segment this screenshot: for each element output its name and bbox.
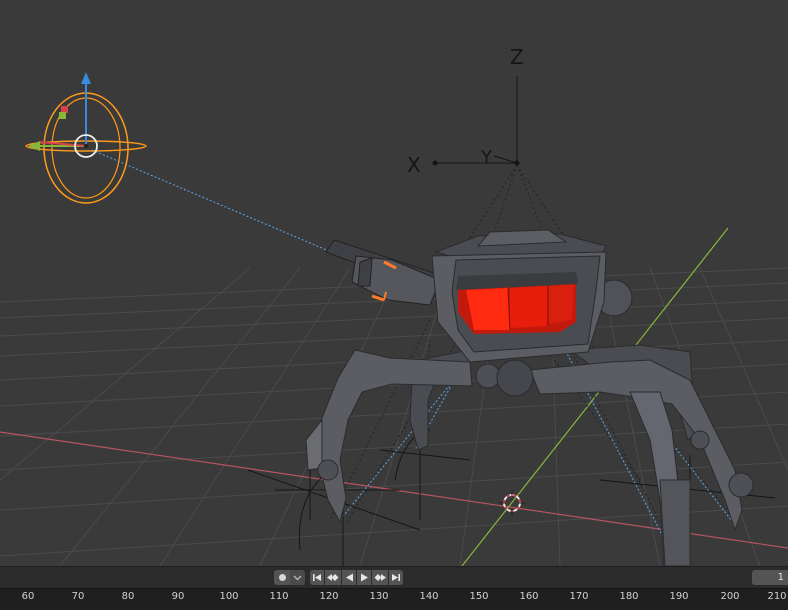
auto-keying-menu[interactable] — [290, 570, 305, 585]
robot-leg-front-left — [317, 349, 473, 524]
ruler-tick: 120 — [319, 591, 339, 602]
ruler-tick: 60 — [21, 591, 35, 602]
ruler-tick: 210 — [767, 591, 787, 602]
robot-visor — [458, 282, 576, 334]
empty-axes-object[interactable] — [432, 76, 520, 166]
ruler-tick: 110 — [269, 591, 289, 602]
ruler-tick: 180 — [619, 591, 639, 602]
timeline-ruler[interactable]: 60 70 80 90 100 110 120 130 140 150 160 … — [0, 588, 788, 610]
prev-keyframe-button[interactable] — [325, 570, 341, 585]
next-keyframe-icon — [374, 574, 386, 581]
y-axis-label: Y — [480, 147, 493, 168]
3d-viewport[interactable]: Z X Y — [0, 0, 788, 566]
jump-to-end-icon — [392, 574, 400, 581]
robot-cannon — [325, 239, 441, 306]
z-axis-label: Z — [510, 45, 524, 69]
ruler-tick: 80 — [121, 591, 135, 602]
ruler-tick: 150 — [469, 591, 489, 602]
ruler-tick: 200 — [720, 591, 740, 602]
ruler-tick: 70 — [71, 591, 85, 602]
ruler-tick: 130 — [369, 591, 389, 602]
play-button[interactable] — [357, 570, 371, 585]
play-reverse-icon — [345, 573, 353, 582]
record-dot-icon — [278, 574, 286, 581]
current-frame-field[interactable]: 1 — [752, 570, 788, 585]
chevron-down-icon — [293, 575, 302, 581]
jump-to-start-icon — [313, 574, 321, 581]
light-gizmo[interactable] — [25, 72, 147, 204]
prev-keyframe-icon — [327, 574, 339, 581]
jump-to-start-button[interactable] — [310, 570, 324, 585]
ruler-tick: 160 — [519, 591, 539, 602]
auto-keying-button[interactable] — [274, 570, 290, 585]
jump-to-end-button[interactable] — [389, 570, 403, 585]
viewport-scene[interactable]: Z X Y — [0, 0, 788, 566]
robot-model[interactable] — [305, 229, 754, 566]
ruler-tick: 170 — [569, 591, 589, 602]
next-keyframe-button[interactable] — [372, 570, 388, 585]
ruler-tick: 140 — [419, 591, 439, 602]
ruler-tick: 100 — [219, 591, 239, 602]
x-axis-label: X — [407, 153, 421, 177]
play-reverse-button[interactable] — [342, 570, 356, 585]
ruler-tick: 90 — [171, 591, 185, 602]
play-icon — [360, 573, 368, 582]
ruler-tick: 190 — [669, 591, 689, 602]
timeline-header: 1 — [0, 566, 788, 588]
